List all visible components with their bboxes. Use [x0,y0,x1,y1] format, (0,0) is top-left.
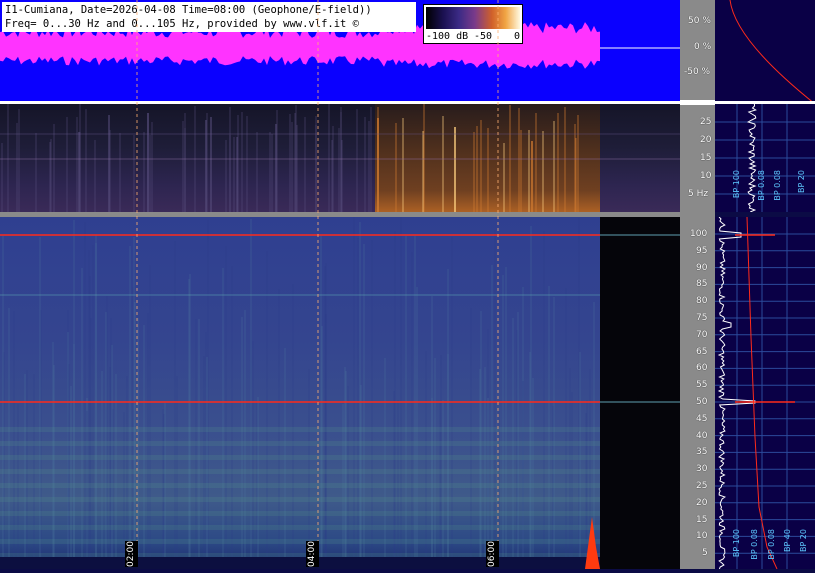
main-freq-tick: 35 [696,447,708,458]
main-freq-tick: 50 [696,397,708,407]
main-freq-tick: 10 [696,531,708,542]
right-panel-main: BP 100 BP 0.08 BP 0.08 BP 40 BP 20 [715,216,815,570]
bp-label: BP 0.08 [773,170,782,201]
time-mark-0400: 04:00 [306,541,319,567]
bp-label: BP 40 [783,529,792,553]
right-panel-mid: BP 100 BP 0.08 BP 0.08 BP 20 [715,103,815,213]
main-freq-tick: 5 [702,548,708,559]
scale-column: 50 % 0 % -50 % 25 20 15 10 5 Hz 100 95 90 85 80 7… [680,0,715,569]
time-grid [136,0,499,569]
bp-label: BP 0.08 [767,529,776,560]
bp-label: BP 0.08 [757,170,766,201]
main-freq-tick: 80 [696,296,708,307]
main-freq-tick: 65 [696,346,708,357]
low-freq-tick: 15 [700,153,712,163]
main-freq-tick: 85 [696,279,708,290]
wave-scale-0: 0 % [694,42,712,52]
low-freq-tick: 10 [700,171,712,181]
main-freq-tick: 100 [690,229,708,239]
right-panel-top-plot [729,0,815,105]
main-freq-tick: 55 [696,380,708,391]
bp-label: BP 20 [797,170,806,194]
main-freq-tick: 40 [696,430,708,441]
main-freq-tick: 15 [696,514,708,525]
right-panel-top [715,0,815,105]
main-freq-tick: 90 [696,262,708,273]
time-mark-0200: 02:00 [125,541,138,567]
right-panel-main-plot [715,216,815,570]
main-freq-tick: 70 [696,329,708,340]
wave-scale-neg50: -50 % [684,67,711,77]
time-mark-0600: 06:00 [486,541,499,567]
low-freq-tick: 5 Hz [688,189,709,199]
bp-label: BP 100 [732,529,741,558]
wave-scale-50: 50 % [688,16,711,26]
low-freq-tick: 25 [700,117,712,127]
bp-label: BP 20 [799,529,808,553]
main-freq-tick: 95 [696,245,708,256]
main-freq-tick: 75 [696,313,708,323]
main-freq-tick: 30 [696,464,708,475]
main-freq-tick: 25 [696,481,708,491]
bp-label: BP 0.08 [750,529,759,560]
bp-label: BP 100 [732,170,741,199]
low-freq-tick: 20 [700,135,712,145]
scale-divider [680,100,715,105]
main-freq-tick: 45 [696,413,708,424]
main-freq-tick: 60 [696,363,708,374]
main-freq-tick: 20 [696,497,708,508]
